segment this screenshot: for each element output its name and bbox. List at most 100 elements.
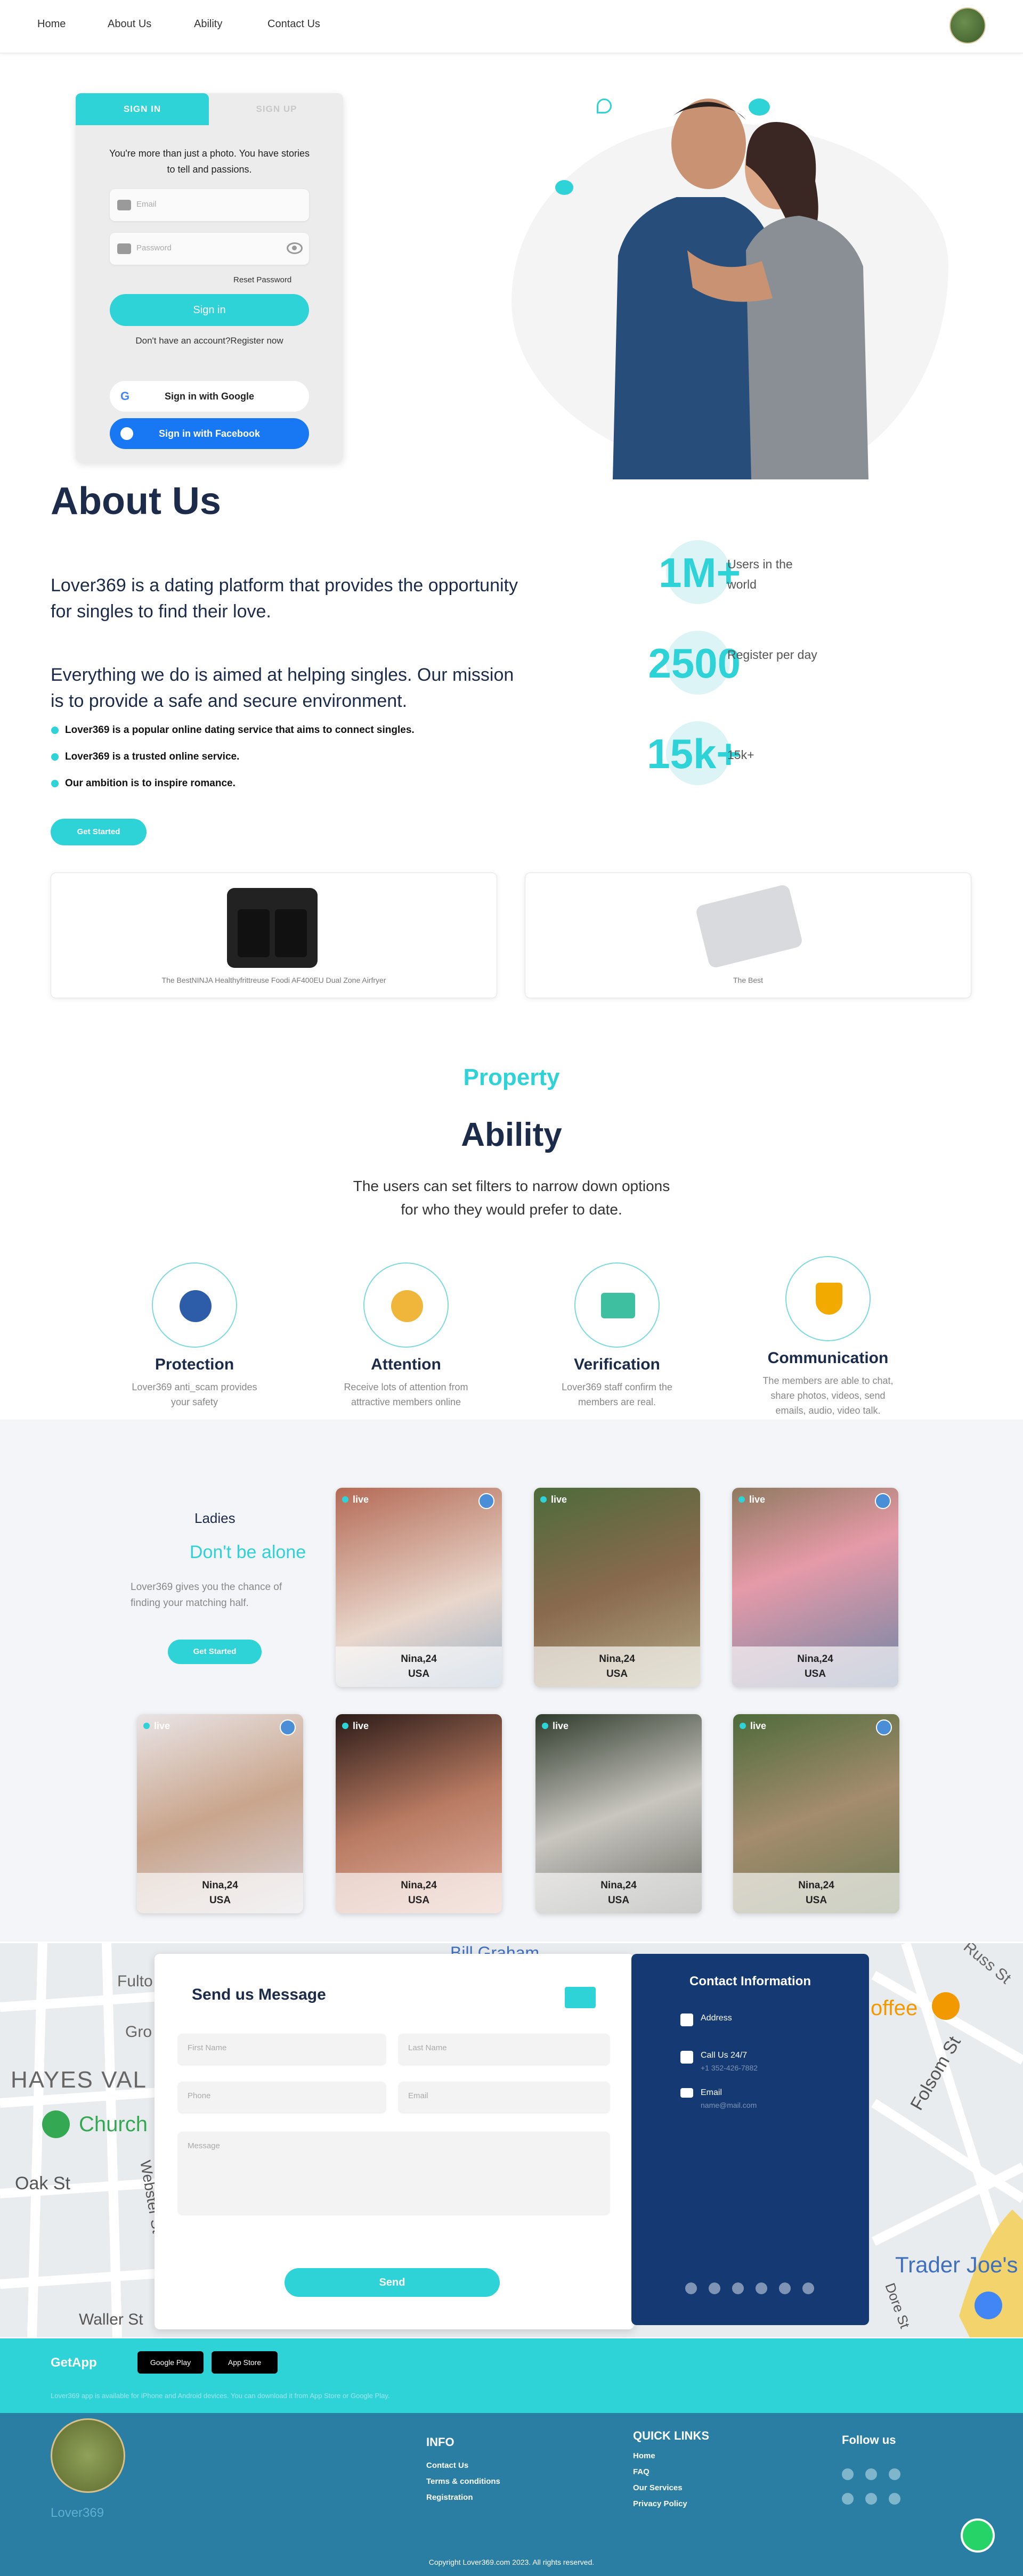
profile-card[interactable]: live Nina,24 USA [732, 1488, 898, 1687]
register-link[interactable]: Don't have an account?Register now [76, 336, 343, 346]
whatsapp-icon[interactable] [756, 2282, 767, 2294]
ability-description: The users can set filters to narrow down… [353, 1178, 670, 1218]
password-field[interactable]: Password [110, 233, 309, 265]
profile-card[interactable]: live Nina,24 USA [534, 1488, 700, 1687]
location-pin-icon [597, 99, 612, 113]
footer-link[interactable]: Home [633, 2451, 655, 2460]
profile-info: Nina,24 USA [336, 1646, 502, 1687]
contact-info-title: Contact Information [689, 1974, 811, 1988]
ability-title: Ability [461, 1116, 562, 1153]
bullet-dot [51, 779, 59, 787]
message-form-card: Send us Message First Name Last Name Pho… [155, 1954, 634, 2329]
feature-desc: Lover369 anti_scam provides your safety [132, 1382, 257, 1407]
google-label: Sign in with Google [165, 391, 254, 402]
email-label: Email [701, 2088, 722, 2097]
location-icon [680, 2013, 693, 2026]
map-label: Fulto [117, 1972, 153, 1990]
product-card[interactable]: The Best [525, 873, 971, 998]
profile-name: Nina,24 [798, 1880, 834, 1891]
members-desc: Lover369 gives you the chance of finding… [131, 1582, 282, 1609]
telegram-icon[interactable] [802, 2282, 814, 2294]
bullet-text: Lover369 is a popular online dating serv… [65, 724, 415, 736]
profile-country: USA [804, 1668, 826, 1680]
google-icon: G [120, 389, 130, 403]
feature-desc: The members are able to chat, share phot… [762, 1375, 894, 1416]
nav-contact[interactable]: Contact Us [267, 18, 320, 30]
footer-brand: Lover369 [51, 2506, 104, 2520]
product-card[interactable]: The BestNINJA Healthyfrittreuse Foodi AF… [51, 873, 497, 998]
youtube-icon[interactable] [709, 2282, 720, 2294]
message-textarea[interactable]: Message [178, 2132, 610, 2214]
verified-check-icon [875, 1493, 891, 1509]
map-label: HAYES VAL [11, 2067, 148, 2093]
live-badge: live [143, 1721, 170, 1732]
google-signin-button[interactable]: G Sign in with Google [110, 381, 309, 412]
map-label: Waller St [79, 2311, 143, 2328]
footer-link[interactable]: Contact Us [426, 2461, 468, 2470]
send-button[interactable]: Send [285, 2268, 500, 2297]
twitter-icon[interactable] [779, 2282, 791, 2294]
facebook-icon[interactable] [842, 2468, 854, 2480]
nav-about[interactable]: About Us [108, 18, 151, 30]
footer-link[interactable]: Our Services [633, 2483, 683, 2492]
tab-sign-in[interactable]: SIGN IN [76, 93, 209, 125]
feature-title: Attention [371, 1356, 441, 1373]
phone-input[interactable]: Phone [178, 2082, 386, 2113]
stat-users: 1M+ Users in the world [607, 538, 884, 607]
profile-card[interactable]: live Nina,24 USA [535, 1714, 702, 1913]
facebook-icon [120, 427, 133, 440]
contact-info-panel: Contact Information Address Call Us 24/7… [631, 1954, 869, 2325]
footer-link[interactable]: Registration [426, 2493, 473, 2502]
profile-info: Nina,24 USA [534, 1646, 700, 1687]
google-play-badge[interactable]: Google Play [137, 2351, 204, 2374]
live-badge: live [542, 1721, 569, 1732]
reset-password-link[interactable]: Reset Password [233, 275, 291, 284]
address-label: Address [701, 2013, 732, 2023]
live-badge: live [740, 1721, 766, 1732]
feature-title: Verification [574, 1356, 660, 1373]
getapp-title: GetApp [51, 2355, 97, 2370]
profile-name: Nina,24 [797, 1653, 833, 1665]
profile-card[interactable]: live Nina,24 USA [336, 1714, 502, 1913]
info-heading: INFO [426, 2435, 454, 2449]
protection-icon [152, 1262, 237, 1348]
signin-button[interactable]: Sign in [110, 294, 309, 326]
profile-info: Nina,24 USA [732, 1646, 898, 1687]
tab-sign-up[interactable]: SIGN UP [210, 93, 343, 125]
footer-link[interactable]: Privacy Policy [633, 2499, 687, 2508]
instagram-icon[interactable] [889, 2468, 900, 2480]
email-input[interactable]: Email [399, 2082, 610, 2113]
last-name-input[interactable]: Last Name [399, 2034, 610, 2065]
profile-card[interactable]: live Nina,24 USA [336, 1488, 502, 1687]
whatsapp-icon[interactable] [842, 2493, 854, 2505]
stat-15k: 15k+ 15k+ [607, 719, 884, 788]
whatsapp-chat-button[interactable] [961, 2518, 995, 2553]
youtube-icon[interactable] [865, 2468, 877, 2480]
telegram-icon[interactable] [889, 2493, 900, 2505]
instagram-icon[interactable] [732, 2282, 744, 2294]
profile-name: Nina,24 [599, 1653, 635, 1665]
first-name-input[interactable]: First Name [178, 2034, 386, 2065]
bullet-dot [51, 726, 59, 734]
nav-home[interactable]: Home [37, 18, 66, 30]
footer-link[interactable]: FAQ [633, 2467, 649, 2476]
members-headline: Don't be alone [189, 1542, 306, 1562]
shield-check-icon [785, 1256, 871, 1341]
email-field[interactable]: Email [110, 189, 309, 221]
app-store-badge[interactable]: App Store [212, 2351, 278, 2374]
site-footer: Lover369 INFO Contact Us Terms & conditi… [0, 2413, 1023, 2576]
user-avatar[interactable] [949, 7, 986, 44]
members-get-started-button[interactable]: Get Started [168, 1640, 262, 1664]
about-get-started-button[interactable]: Get Started [51, 819, 147, 845]
about-bullet: Lover369 is a trusted online service. [51, 751, 239, 763]
nav-ability[interactable]: Ability [194, 18, 222, 30]
eye-icon[interactable] [287, 242, 303, 254]
profile-card[interactable]: live Nina,24 USA [733, 1714, 899, 1913]
twitter-icon[interactable] [865, 2493, 877, 2505]
email-item: Email name@mail.com [701, 2088, 757, 2109]
email-value: name@mail.com [701, 2101, 757, 2109]
footer-link[interactable]: Terms & conditions [426, 2477, 500, 2486]
facebook-signin-button[interactable]: Sign in with Facebook [110, 418, 309, 449]
facebook-icon[interactable] [685, 2282, 697, 2294]
profile-card[interactable]: live Nina,24 USA [137, 1714, 303, 1913]
